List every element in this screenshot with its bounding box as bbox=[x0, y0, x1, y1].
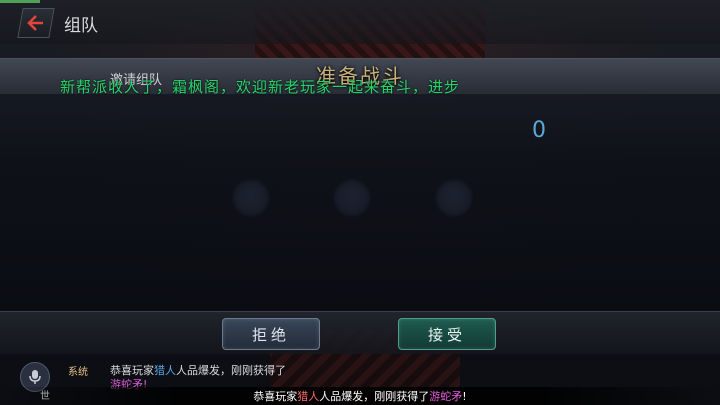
top-bar bbox=[0, 0, 720, 44]
system-broadcast-text: 恭喜玩家猎人人品爆发，刚刚获得了游蛇矛! bbox=[0, 388, 720, 404]
team-slot bbox=[434, 178, 474, 218]
broadcast-text: 恭喜玩家 bbox=[253, 390, 298, 403]
page-title: 组队 bbox=[64, 16, 98, 36]
broadcast-item-name: 游蛇矛 bbox=[429, 390, 463, 403]
back-button[interactable] bbox=[17, 8, 55, 38]
broadcast-text: ! bbox=[462, 390, 467, 403]
microphone-icon bbox=[29, 370, 41, 384]
chat-channel-tag: 系统 bbox=[68, 367, 88, 378]
button-bar bbox=[0, 312, 720, 354]
accept-button[interactable]: 接受 bbox=[398, 318, 496, 350]
team-slot bbox=[231, 178, 271, 218]
chat-text: 人品爆发，刚刚获得了 bbox=[176, 364, 286, 377]
chat-player-name: 猎人 bbox=[154, 364, 176, 377]
refuse-button[interactable]: 拒绝 bbox=[222, 318, 320, 350]
marquee-announcement: 新帮派收人了，霜枫阁，欢迎新老玩家一起来奋斗，进步 bbox=[60, 78, 461, 96]
top-accent bbox=[0, 0, 40, 3]
broadcast-player-name: 猎人 bbox=[297, 390, 320, 403]
team-slot bbox=[332, 178, 372, 218]
broadcast-text: 人品爆发，刚刚获得了 bbox=[319, 390, 430, 403]
countdown: 0 bbox=[532, 118, 546, 143]
back-arrow-icon bbox=[27, 15, 43, 31]
